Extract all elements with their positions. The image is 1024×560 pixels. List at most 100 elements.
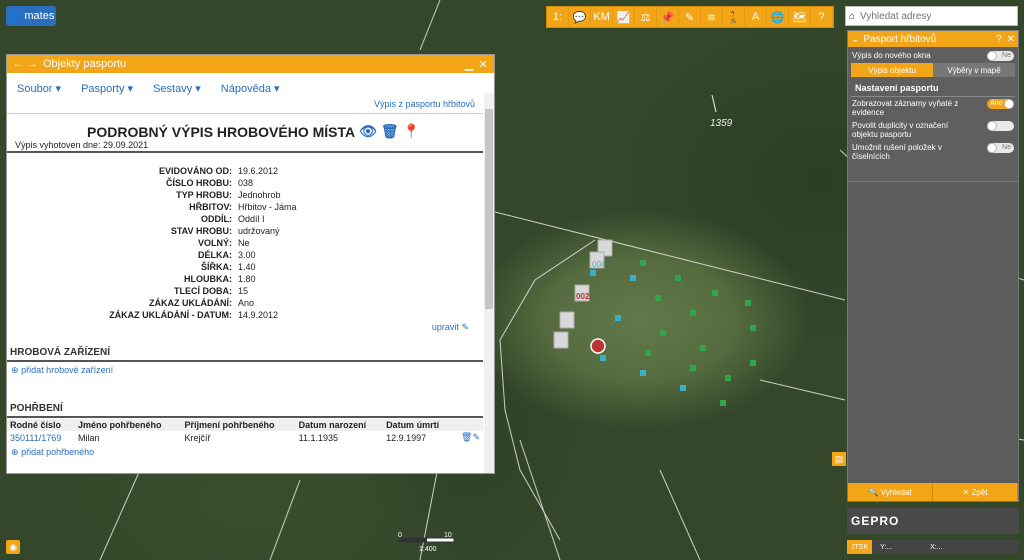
location-pin-icon[interactable]: 📍 <box>403 123 420 140</box>
tab-map-selection[interactable]: Výběry v mapě <box>933 63 1015 77</box>
field-label: VOLNÝ: <box>197 238 232 248</box>
field-value: 038 <box>238 178 254 188</box>
back-button[interactable]: ✕ Zpět <box>933 483 1018 501</box>
ruler-icon[interactable]: 1: <box>547 7 569 27</box>
grave-fields: EVIDOVÁNO OD: 19.6.2012 ČÍSLO HROBU: 038 TYP… <box>7 165 483 321</box>
field-value: Ne <box>238 238 250 248</box>
field-label: ČÍSLO HROBU: <box>166 178 232 188</box>
setting-label: Zobrazovat záznamy vyňaté z evidence <box>852 99 959 117</box>
add-equipment-label: přidat hrobové zařízení <box>21 365 114 375</box>
chevron-down-icon[interactable]: ⌄ <box>851 34 859 45</box>
table-row[interactable]: 350111/1769 Milan Krejčíř 11.1.1935 12.9… <box>7 431 483 444</box>
pencil-icon: ✎ <box>461 322 469 332</box>
close-icon[interactable]: ✕ <box>1007 34 1015 45</box>
address-search[interactable]: ⌂ <box>845 6 1018 26</box>
map-toolbar: 1: 💬 KM 📈 ⚖ 📌 ✎ ≋ 🚶 A 🌐 🗺? <box>546 6 834 28</box>
home-icon[interactable]: ⌂ <box>846 11 858 22</box>
field-value: 1.80 <box>238 274 256 284</box>
panel-footer: 🔍 Vyhledat ✕ Zpět <box>848 483 1018 501</box>
comment-icon[interactable]: 💬 <box>569 7 591 27</box>
burials-table: Rodné číslo Jméno pohřbeného Příjmení po… <box>7 419 483 444</box>
setting-label: Povolit duplicity v označení objektu pas… <box>852 121 949 139</box>
section-equipment: HROBOVÁ ZAŘÍZENÍ <box>7 347 483 362</box>
setting-row: Zobrazovat záznamy vyňaté z evidence Ano <box>848 97 1018 119</box>
grave-label: 002 <box>576 292 590 301</box>
field-row: ZÁKAZ UKLÁDÁNÍ: Ano <box>7 297 483 309</box>
field-label: STAV HROBU: <box>170 226 232 236</box>
field-label: HLOUBKA: <box>184 274 232 284</box>
section-burials: POHŘBENÍ <box>7 403 483 418</box>
death-date: 12.9.1997 <box>386 432 427 443</box>
back-icon[interactable]: ← <box>11 57 25 71</box>
search-button[interactable]: 🔍 Vyhledat <box>848 483 933 501</box>
birth-number[interactable]: 350111/1769 <box>7 431 75 444</box>
search-button-label: Vyhledat <box>880 487 912 497</box>
cemetery-passport-panel: ⌄ Pasport hřbitovů ? ✕ Výpis do nového o… <box>847 30 1019 502</box>
chart-icon[interactable]: 📈 <box>613 7 635 27</box>
settings-heading: Nastavení pasportu <box>851 77 1015 97</box>
back-button-label: Zpět <box>971 487 988 497</box>
forward-icon[interactable]: → <box>25 57 39 71</box>
setting-label: Umožnit rušení položek v číselnících <box>852 143 942 161</box>
pencil-icon[interactable]: ✎ <box>472 432 480 442</box>
hide-icon[interactable]: 👁 <box>359 123 377 140</box>
text-icon[interactable]: A <box>745 7 767 27</box>
edit-link[interactable]: upravit ✎ <box>432 322 469 333</box>
report-date: Výpis vyhotoven dne: 29.09.2021 <box>15 140 149 150</box>
report-link[interactable]: Výpis z pasportu hřbitovů <box>374 99 475 109</box>
pin-icon[interactable]: 📌 <box>657 7 679 27</box>
pencil-icon[interactable]: ✎ <box>679 7 701 27</box>
add-burial-link[interactable]: ⊕ přidat pohřbeného <box>11 447 94 458</box>
col-died: Datum úmrtí <box>383 419 454 431</box>
field-label: ŠÍŘKA: <box>201 262 232 272</box>
field-row: TYP HROBU: Jednohrob <box>7 189 483 201</box>
add-equipment-link[interactable]: ⊕ přidat hrobové zařízení <box>11 365 113 376</box>
field-row: TLECÍ DOBA: 15 <box>7 285 483 297</box>
tab-object-report[interactable]: Výpis objektu <box>851 63 933 77</box>
scale-ratio: 1:400 <box>419 546 437 553</box>
setting-toggle[interactable]: Ano <box>987 99 1014 109</box>
person-icon[interactable]: 🚶 <box>723 7 745 27</box>
col-rc: Rodné číslo <box>7 419 76 431</box>
field-label: ZÁKAZ UKLÁDÁNÍ: <box>149 298 232 308</box>
close-icon[interactable]: ✕ <box>476 57 490 71</box>
coordinates-bar: JTSK Y:... X:... <box>847 540 1019 554</box>
field-value: 15 <box>238 286 249 296</box>
window-scrollbar[interactable] <box>484 93 494 473</box>
search-input[interactable] <box>858 10 1013 22</box>
scrollbar-thumb[interactable] <box>485 109 493 309</box>
add-icon: ⊕ <box>11 365 19 375</box>
add-burial-label: přidat pohřbeného <box>21 447 95 457</box>
field-row: EVIDOVÁNO OD: 19.6.2012 <box>7 165 483 177</box>
eye-icon[interactable]: ◉ <box>6 540 20 554</box>
field-value: Oddíl I <box>238 214 265 224</box>
globe-icon[interactable]: 🌐 <box>767 7 789 27</box>
collapse-panel-icon[interactable]: ▤ <box>832 452 846 466</box>
map-icon[interactable]: 🗺 <box>789 7 811 27</box>
coord-system[interactable]: JTSK <box>847 540 873 554</box>
trash-icon[interactable]: 🗑 <box>461 432 472 442</box>
new-window-toggle[interactable]: Ne <box>987 51 1014 61</box>
table-header: Rodné číslo Jméno pohřbeného Příjmení po… <box>7 419 483 431</box>
scale-ten: 10 <box>444 532 452 539</box>
gepro-logo: GEPRO <box>851 514 900 528</box>
minimize-icon[interactable]: ▁ <box>462 57 476 71</box>
user-name: mates <box>24 10 55 22</box>
col-last: Příjmení pohřbeného <box>181 419 296 431</box>
layers-icon[interactable]: ≋ <box>701 7 723 27</box>
field-value: udržovaný <box>238 226 280 236</box>
km-icon[interactable]: KM <box>591 7 613 27</box>
help-icon[interactable]: ? <box>811 7 833 27</box>
measure-icon[interactable]: ⚖ <box>635 7 657 27</box>
field-row: DÉLKA: 3.00 <box>7 249 483 261</box>
user-button[interactable]: 👤 mates <box>6 6 56 26</box>
trash-icon[interactable]: 🗑 <box>381 123 399 140</box>
field-label: TYP HROBU: <box>176 190 232 200</box>
brand-bar: GEPRO <box>847 508 1019 534</box>
field-label: HŘBITOV: <box>189 202 232 212</box>
setting-toggle[interactable]: Ne <box>987 143 1014 153</box>
panel-titlebar[interactable]: ⌄ Pasport hřbitovů ? ✕ <box>848 31 1018 47</box>
help-icon[interactable]: ? <box>996 34 1002 45</box>
window-titlebar[interactable]: ← → Objekty pasportu ▁ ✕ <box>7 55 494 73</box>
setting-toggle[interactable] <box>987 121 1014 131</box>
